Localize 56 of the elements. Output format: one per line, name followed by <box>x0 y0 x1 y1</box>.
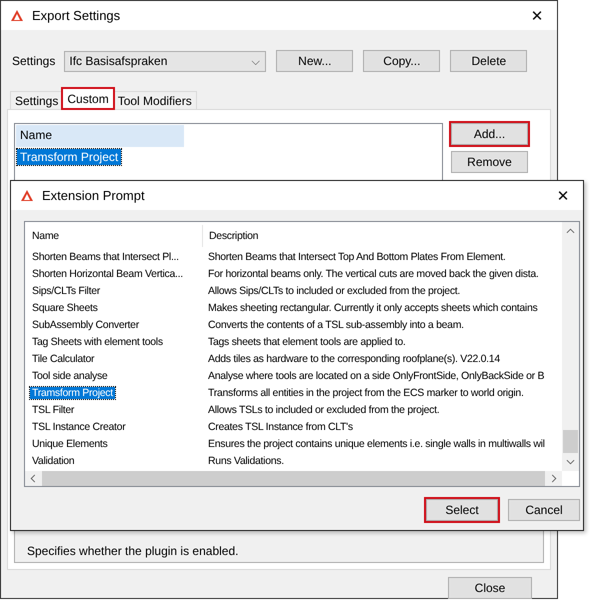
toolbar-button[interactable]: New... <box>276 50 354 72</box>
dialog-button[interactable]: Cancel <box>508 499 580 521</box>
extension-name[interactable]: Square Sheets <box>30 302 100 314</box>
side-button[interactable]: Remove <box>451 151 528 173</box>
close-button[interactable]: ✕ <box>517 1 557 30</box>
toolbar-button[interactable]: Delete <box>450 50 528 72</box>
extension-description: Converts the contents of a TSL sub-assembly into a beam. <box>207 318 464 330</box>
extension-name[interactable]: Tramsform Project <box>30 386 115 398</box>
scroll-down-icon[interactable] <box>566 459 575 465</box>
extension-name[interactable]: Shorten Beams that Intersect Pl... <box>30 250 181 262</box>
extension-name[interactable]: TSL Filter <box>30 404 76 416</box>
tab[interactable]: Settings <box>10 91 64 109</box>
close-window-button[interactable]: Close <box>448 577 532 599</box>
extension-name[interactable]: Validation <box>30 454 76 466</box>
toolbar-button[interactable]: Copy... <box>363 50 440 72</box>
tab[interactable]: Custom <box>62 88 114 109</box>
close-button[interactable]: ✕ <box>543 181 583 210</box>
column-header[interactable]: Name <box>25 230 202 242</box>
scroll-right-icon[interactable] <box>551 474 557 483</box>
extension-name[interactable]: Shorten Horizontal Beam Vertica... <box>30 268 185 280</box>
extension-description: For horizontal beams only. The vertical cuts are moved back the given dista. <box>207 268 538 280</box>
extension-description: Tags sheets that element tools are applied to. <box>207 336 406 348</box>
app-logo-icon <box>19 188 35 204</box>
column-header: Name <box>16 125 184 147</box>
side-button[interactable]: Add... <box>451 123 528 145</box>
extension-name[interactable]: Tool side analyse <box>30 370 110 382</box>
scroll-left-icon[interactable] <box>30 474 36 483</box>
extension-description: Adds tiles as hardware to the corresponding roofplane(s). V22.0.14 <box>207 352 500 364</box>
scroll-up-icon[interactable] <box>566 228 575 234</box>
extension-name[interactable]: SubAssembly Converter <box>30 318 141 330</box>
dialog-button[interactable]: Select <box>426 499 498 521</box>
dialog-title: Extension Prompt <box>42 188 146 203</box>
extension-name[interactable]: Unique Elements <box>30 438 110 450</box>
extension-description: Allows Sips/CLTs to included or excluded from the project. <box>207 284 460 296</box>
app-logo-icon <box>9 8 25 24</box>
description-text: Specifies whether the plugin is enabled. <box>27 544 238 558</box>
list-item[interactable]: Tramsform Project <box>17 149 122 165</box>
extension-description: Makes sheeting rectangular. Currently it only accepts sheets which contains <box>207 302 538 314</box>
tab[interactable]: Tool Modifiers <box>112 91 197 109</box>
scroll-thumb[interactable] <box>563 430 578 453</box>
extension-name[interactable]: Sips/CLTs Filter <box>30 284 102 296</box>
extension-description: Creates TSL Instance from CLT's <box>207 420 353 432</box>
extension-description: Ensures the project contains unique elements i.e. single walls in multiwalls wil <box>207 438 545 450</box>
window-title: Export Settings <box>32 8 122 23</box>
extension-name[interactable]: Tag Sheets with element tools <box>30 336 165 348</box>
extension-description: Allows TSLs to included or excluded from the project. <box>207 404 440 416</box>
extension-description: Transforms all entities in the project from the ECS marker to world origin. <box>207 386 524 398</box>
settings-label: Settings <box>12 54 56 68</box>
extension-name[interactable]: Tile Calculator <box>30 352 96 364</box>
extension-name[interactable]: TSL Instance Creator <box>30 420 128 432</box>
vertical-scrollbar[interactable] <box>562 222 579 471</box>
extension-description: Runs Validations. <box>207 454 284 466</box>
settings-dropdown[interactable]: Ifc Basisafspraken ⌵ <box>64 50 266 72</box>
column-header[interactable]: Description <box>202 225 258 247</box>
extension-description: Shorten Beams that Intersect Top And Bottom Plates From Element. <box>207 250 506 262</box>
extension-description: Analyse where tools are located on a side OnlyFrontSide, OnlyBackSide or B <box>207 370 544 382</box>
